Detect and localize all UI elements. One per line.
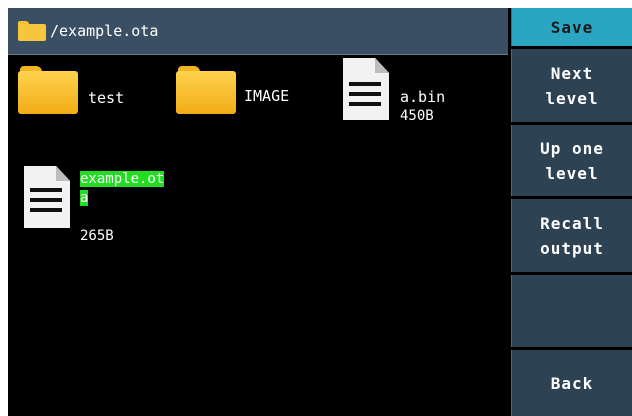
folder-icon — [18, 66, 78, 114]
screen: /example.ota test IMAGE a.bin 450B examp… — [0, 0, 632, 416]
folder-icon — [176, 66, 236, 114]
device-display: /example.ota test IMAGE a.bin 450B examp… — [8, 8, 632, 416]
folder-icon — [18, 21, 46, 41]
file-icon — [24, 166, 70, 228]
file-icon — [343, 58, 389, 120]
path-header: /example.ota — [8, 8, 508, 55]
recall-output-button[interactable]: Recall output — [511, 199, 632, 272]
file-size: 450B — [400, 108, 434, 124]
up-one-level-button[interactable]: Up one level — [511, 125, 632, 196]
file-item-test[interactable]: test — [18, 66, 138, 126]
back-button[interactable]: Back — [511, 350, 632, 416]
save-button[interactable]: Save — [511, 8, 632, 46]
selected-file-name: example.ota — [80, 171, 165, 206]
file-name: a.bin — [400, 88, 446, 106]
file-item-example-ota[interactable]: example.ota 265B — [24, 166, 174, 246]
empty-softkey[interactable] — [511, 275, 632, 347]
current-path: /example.ota — [50, 22, 159, 40]
file-name: IMAGE — [244, 87, 290, 105]
file-size: 265B — [80, 228, 114, 244]
softkey-menu: Save Next level Up one level Recall outp… — [511, 8, 632, 416]
next-level-button[interactable]: Next level — [511, 49, 632, 122]
file-item-image[interactable]: IMAGE — [176, 66, 306, 126]
file-name: test — [88, 89, 125, 107]
file-item-a-bin[interactable]: a.bin 450B — [343, 58, 463, 128]
